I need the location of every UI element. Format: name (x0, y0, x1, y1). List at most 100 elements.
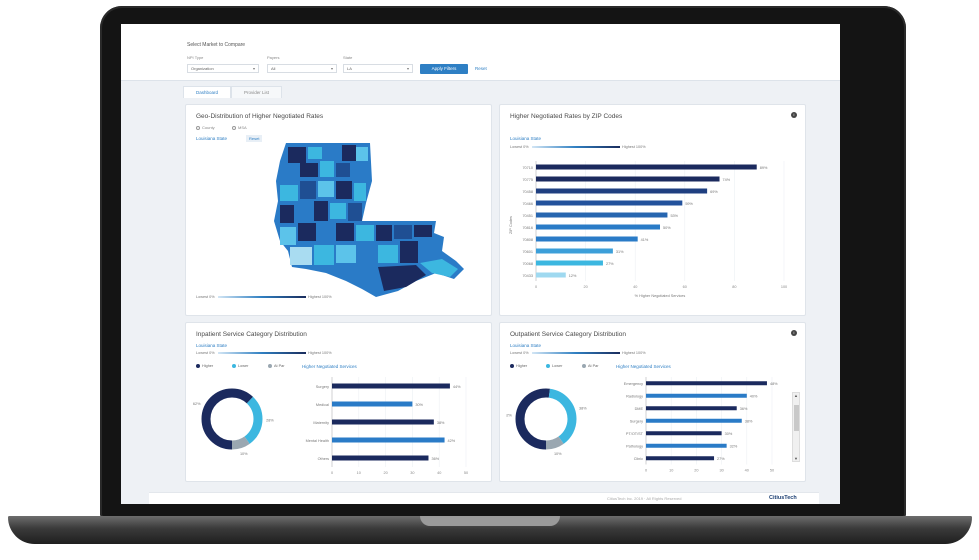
scroll-thumb[interactable] (794, 405, 799, 431)
category-label: DME (635, 407, 644, 411)
inpatient-title: Inpatient Service Category Distribution (196, 331, 307, 338)
x-tick-label: 80 (732, 285, 736, 289)
scroll-down-icon[interactable]: ▼ (794, 456, 798, 461)
x-tick-label: 30 (410, 471, 414, 475)
radio-icon (232, 125, 236, 130)
geo-legend-low: Lowest 0% (196, 295, 215, 299)
inpatient-state-label: Louisiana State (196, 343, 228, 348)
dot-icon (582, 364, 586, 368)
x-tick-label: 20 (694, 469, 698, 473)
category-label: Surgery (316, 385, 329, 389)
outpatient-legend-gradient (532, 352, 620, 354)
inpatient-services-bar-chart: 0 10 20 30 40 50 Surgery 44% Medical 30% Maternity… (306, 377, 468, 475)
bar (332, 419, 434, 425)
slice-label: 28% (266, 418, 274, 422)
legend-at-par-label: At Par (588, 364, 599, 368)
legend-lower: Lower (232, 364, 248, 368)
state-label: State (343, 55, 353, 60)
npi-type-label: NPI Type (187, 55, 204, 60)
info-icon[interactable]: i (791, 330, 797, 336)
tab-provider-list[interactable]: Provider List (231, 86, 283, 98)
category-label: Clinic (634, 457, 643, 461)
category-label: Mental Health (306, 439, 329, 443)
data-label: 27% (717, 457, 725, 461)
category-label: 70466 (522, 202, 533, 206)
x-tick-label: 40 (745, 469, 749, 473)
tab-bar: Dashboard Provider List (183, 86, 283, 98)
laptop-notch (420, 516, 560, 526)
bar (536, 248, 613, 254)
laptop-frame: Select Market to Compare NPI Type Payers… (0, 0, 979, 560)
bar (646, 393, 747, 398)
outpatient-donut-chart: 52% 38% 10% (506, 388, 587, 456)
legend-at-par: At Par (268, 364, 285, 368)
bar (536, 224, 660, 230)
bar (332, 383, 450, 389)
category-label: Surgery (630, 419, 643, 423)
x-tick-label: 30 (719, 469, 723, 473)
geo-title: Geo-Distribution of Higher Negotiated Ra… (196, 113, 324, 120)
data-label: 30% (415, 403, 423, 407)
bar (536, 164, 757, 170)
payers-select[interactable]: All ▾ (267, 64, 337, 73)
legend-higher-label: Higher (516, 364, 528, 368)
legend-higher-label: Higher (202, 364, 214, 368)
data-label: 40% (750, 394, 758, 398)
bar (536, 236, 638, 242)
outpatient-scrollbar[interactable]: ▲ ▼ (792, 392, 800, 462)
inpatient-donut-chart: 62% 28% 10% (193, 388, 274, 456)
outpatient-title: Outpatient Service Category Distribution (510, 331, 626, 338)
outpatient-state-label: Louisiana State (510, 343, 542, 348)
data-label: 38% (745, 419, 753, 423)
tab-dashboard[interactable]: Dashboard (183, 86, 232, 98)
data-label: 59% (685, 202, 693, 206)
outpatient-bars-title: Higher Negotiated Services (616, 364, 671, 369)
category-label: 70433 (522, 274, 533, 278)
scroll-up-icon[interactable]: ▲ (794, 393, 798, 398)
state-select[interactable]: LA ▾ (343, 64, 413, 73)
x-tick-label: 10 (357, 471, 361, 475)
y-axis-title: ZIP Codes (509, 216, 513, 234)
x-tick-label: 40 (633, 285, 637, 289)
legend-lower-label: Lower (552, 364, 563, 368)
x-tick-label: 50 (464, 471, 468, 475)
geo-reset-chip[interactable]: Reset (246, 135, 263, 142)
state-value: LA (347, 66, 352, 71)
footer-copyright: CitiusTech Inc. 2019 · All Rights Reserv… (607, 496, 682, 501)
bar (536, 260, 603, 266)
bar (646, 431, 722, 436)
footer: CitiusTech Inc. 2019 · All Rights Reserv… (149, 492, 819, 504)
data-label: 36% (431, 457, 439, 461)
outpatient-services-bar-chart: 0 10 20 30 40 50 Emergency 48% Radiology 40% DME 36… (624, 377, 778, 473)
geo-state-link[interactable]: Louisiana State (196, 136, 227, 141)
x-tick-label: 0 (331, 471, 333, 475)
inpatient-legend-gradient (218, 352, 306, 354)
zip-title: Higher Negotiated Rates by ZIP Codes (510, 113, 623, 120)
radio-msa[interactable]: MSA (232, 125, 247, 130)
apply-filters-button[interactable]: Apply Filters (420, 64, 468, 74)
bar (332, 437, 445, 443)
dot-icon (232, 364, 236, 368)
npi-type-select[interactable]: Organization ▾ (187, 64, 259, 73)
dot-icon (546, 364, 550, 368)
data-label: 53% (670, 214, 678, 218)
data-label: 41% (641, 238, 649, 242)
reset-filters-link[interactable]: Reset (475, 64, 487, 74)
x-tick-label: 10 (669, 469, 673, 473)
bar (536, 176, 720, 182)
radio-county-label: County (202, 125, 215, 130)
info-icon[interactable]: i (791, 112, 797, 118)
slice-label: 62% (193, 402, 201, 406)
inpatient-panel: Inpatient Service Category Distribution … (185, 322, 492, 482)
louisiana-map[interactable] (266, 141, 476, 306)
x-tick-label: 0 (645, 469, 647, 473)
slice-label: 52% (506, 414, 512, 418)
geo-legend-high: Highest 100% (308, 295, 332, 299)
radio-county[interactable]: County (196, 125, 215, 130)
category-label: Others (318, 457, 329, 461)
category-label: Medical (316, 403, 329, 407)
legend-at-par-label: At Par (274, 364, 285, 368)
chevron-down-icon: ▾ (406, 66, 409, 71)
payers-value: All (271, 66, 276, 71)
npi-type-value: Organization (191, 66, 214, 71)
